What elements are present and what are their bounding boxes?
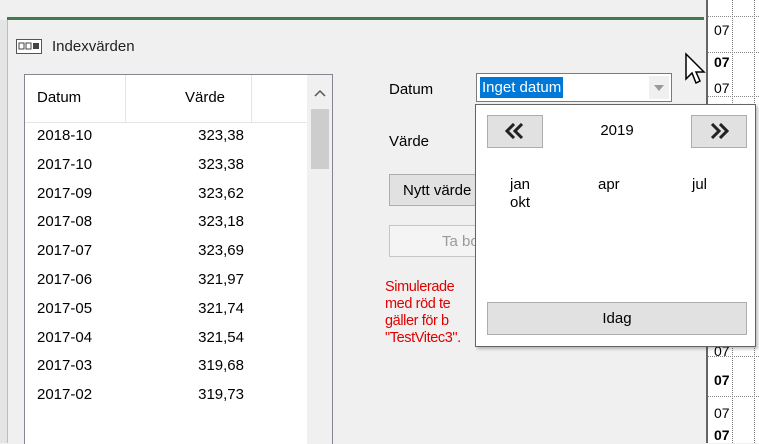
table-row[interactable]: 2017-04 321,54: [25, 325, 308, 353]
table-row[interactable]: 2017-02 319,73: [25, 382, 308, 410]
grid-cell: 07: [714, 22, 730, 38]
year-label: 2019: [600, 122, 634, 139]
row-value: 321,74: [198, 299, 244, 317]
row-date: 2018-10: [37, 127, 93, 144]
double-chevron-right-icon: [708, 119, 730, 145]
date-value[interactable]: Inget datum: [480, 77, 564, 98]
header-accent-line: [7, 17, 704, 20]
table-row[interactable]: 2017-06 321,97: [25, 267, 308, 295]
table-row[interactable]: 2017-05 321,74: [25, 296, 308, 324]
index-values-list[interactable]: Datum Värde 2018-10 323,38 2017-10 323,38 20…: [24, 74, 333, 444]
row-date: 2017-10: [37, 155, 93, 173]
mouse-cursor-icon: [684, 52, 708, 88]
grid-cell: 07: [714, 80, 730, 96]
row-date: 2017-09: [37, 184, 93, 202]
today-button[interactable]: Idag: [487, 302, 747, 335]
window-title-bar: Indexvärden: [16, 31, 135, 61]
value-label: Värde: [389, 133, 430, 150]
row-value: 319,73: [198, 386, 244, 404]
grid-cell: 07: [714, 54, 730, 70]
window-title: Indexvärden: [52, 37, 135, 55]
table-row[interactable]: 2017-10 323,38: [25, 152, 308, 180]
scroll-thumb[interactable]: [311, 109, 329, 169]
row-date: 2017-05: [37, 299, 93, 317]
month-jul[interactable]: jul: [692, 176, 707, 193]
row-value: 319,68: [198, 357, 244, 375]
column-header-date[interactable]: Datum: [37, 89, 81, 106]
table-icon: [16, 38, 42, 54]
month-okt[interactable]: okt: [510, 194, 530, 211]
date-label: Datum: [389, 81, 434, 98]
column-separator[interactable]: [125, 75, 126, 122]
column-header-value[interactable]: Värde: [185, 89, 225, 106]
row-value: 323,62: [198, 184, 244, 202]
row-date: 2017-02: [37, 386, 93, 404]
row-date: 2017-08: [37, 213, 93, 231]
grid-cell: 07: [714, 372, 730, 388]
window-left-edge: [0, 20, 8, 443]
table-row[interactable]: 2017-07 323,69: [25, 238, 308, 266]
next-year-button[interactable]: [691, 115, 747, 148]
chevron-up-icon[interactable]: [308, 81, 332, 105]
table-row[interactable]: 2017-09 323,62: [25, 181, 308, 209]
date-picker-combo[interactable]: Inget datum: [476, 73, 672, 102]
grid-cell: 07: [714, 427, 730, 443]
column-separator[interactable]: [251, 75, 252, 122]
grid-cell: 07: [714, 405, 730, 421]
table-row[interactable]: 2018-10 323,38: [25, 123, 308, 151]
row-date: 2017-04: [37, 328, 93, 346]
row-date: 2017-07: [37, 242, 93, 260]
month-apr[interactable]: apr: [598, 176, 620, 193]
row-value: 323,38: [198, 127, 244, 144]
row-value: 321,54: [198, 328, 244, 346]
list-header: Datum Värde: [25, 75, 308, 123]
row-value: 321,97: [198, 271, 244, 288]
prev-year-button[interactable]: [487, 115, 543, 148]
row-date: 2017-03: [37, 357, 93, 375]
dropdown-arrow-icon[interactable]: [649, 76, 669, 99]
table-row[interactable]: 2017-08 323,18: [25, 209, 308, 237]
row-date: 2017-06: [37, 271, 93, 288]
month-picker-popup[interactable]: 2019 jan apr jul okt Idag: [475, 104, 756, 347]
double-chevron-left-icon: [504, 119, 526, 145]
list-scrollbar[interactable]: [307, 75, 332, 444]
row-value: 323,69: [198, 242, 244, 260]
table-row[interactable]: 2017-03 319,68: [25, 353, 308, 381]
month-jan[interactable]: jan: [510, 176, 530, 193]
row-value: 323,38: [198, 155, 244, 173]
row-value: 323,18: [198, 213, 244, 231]
